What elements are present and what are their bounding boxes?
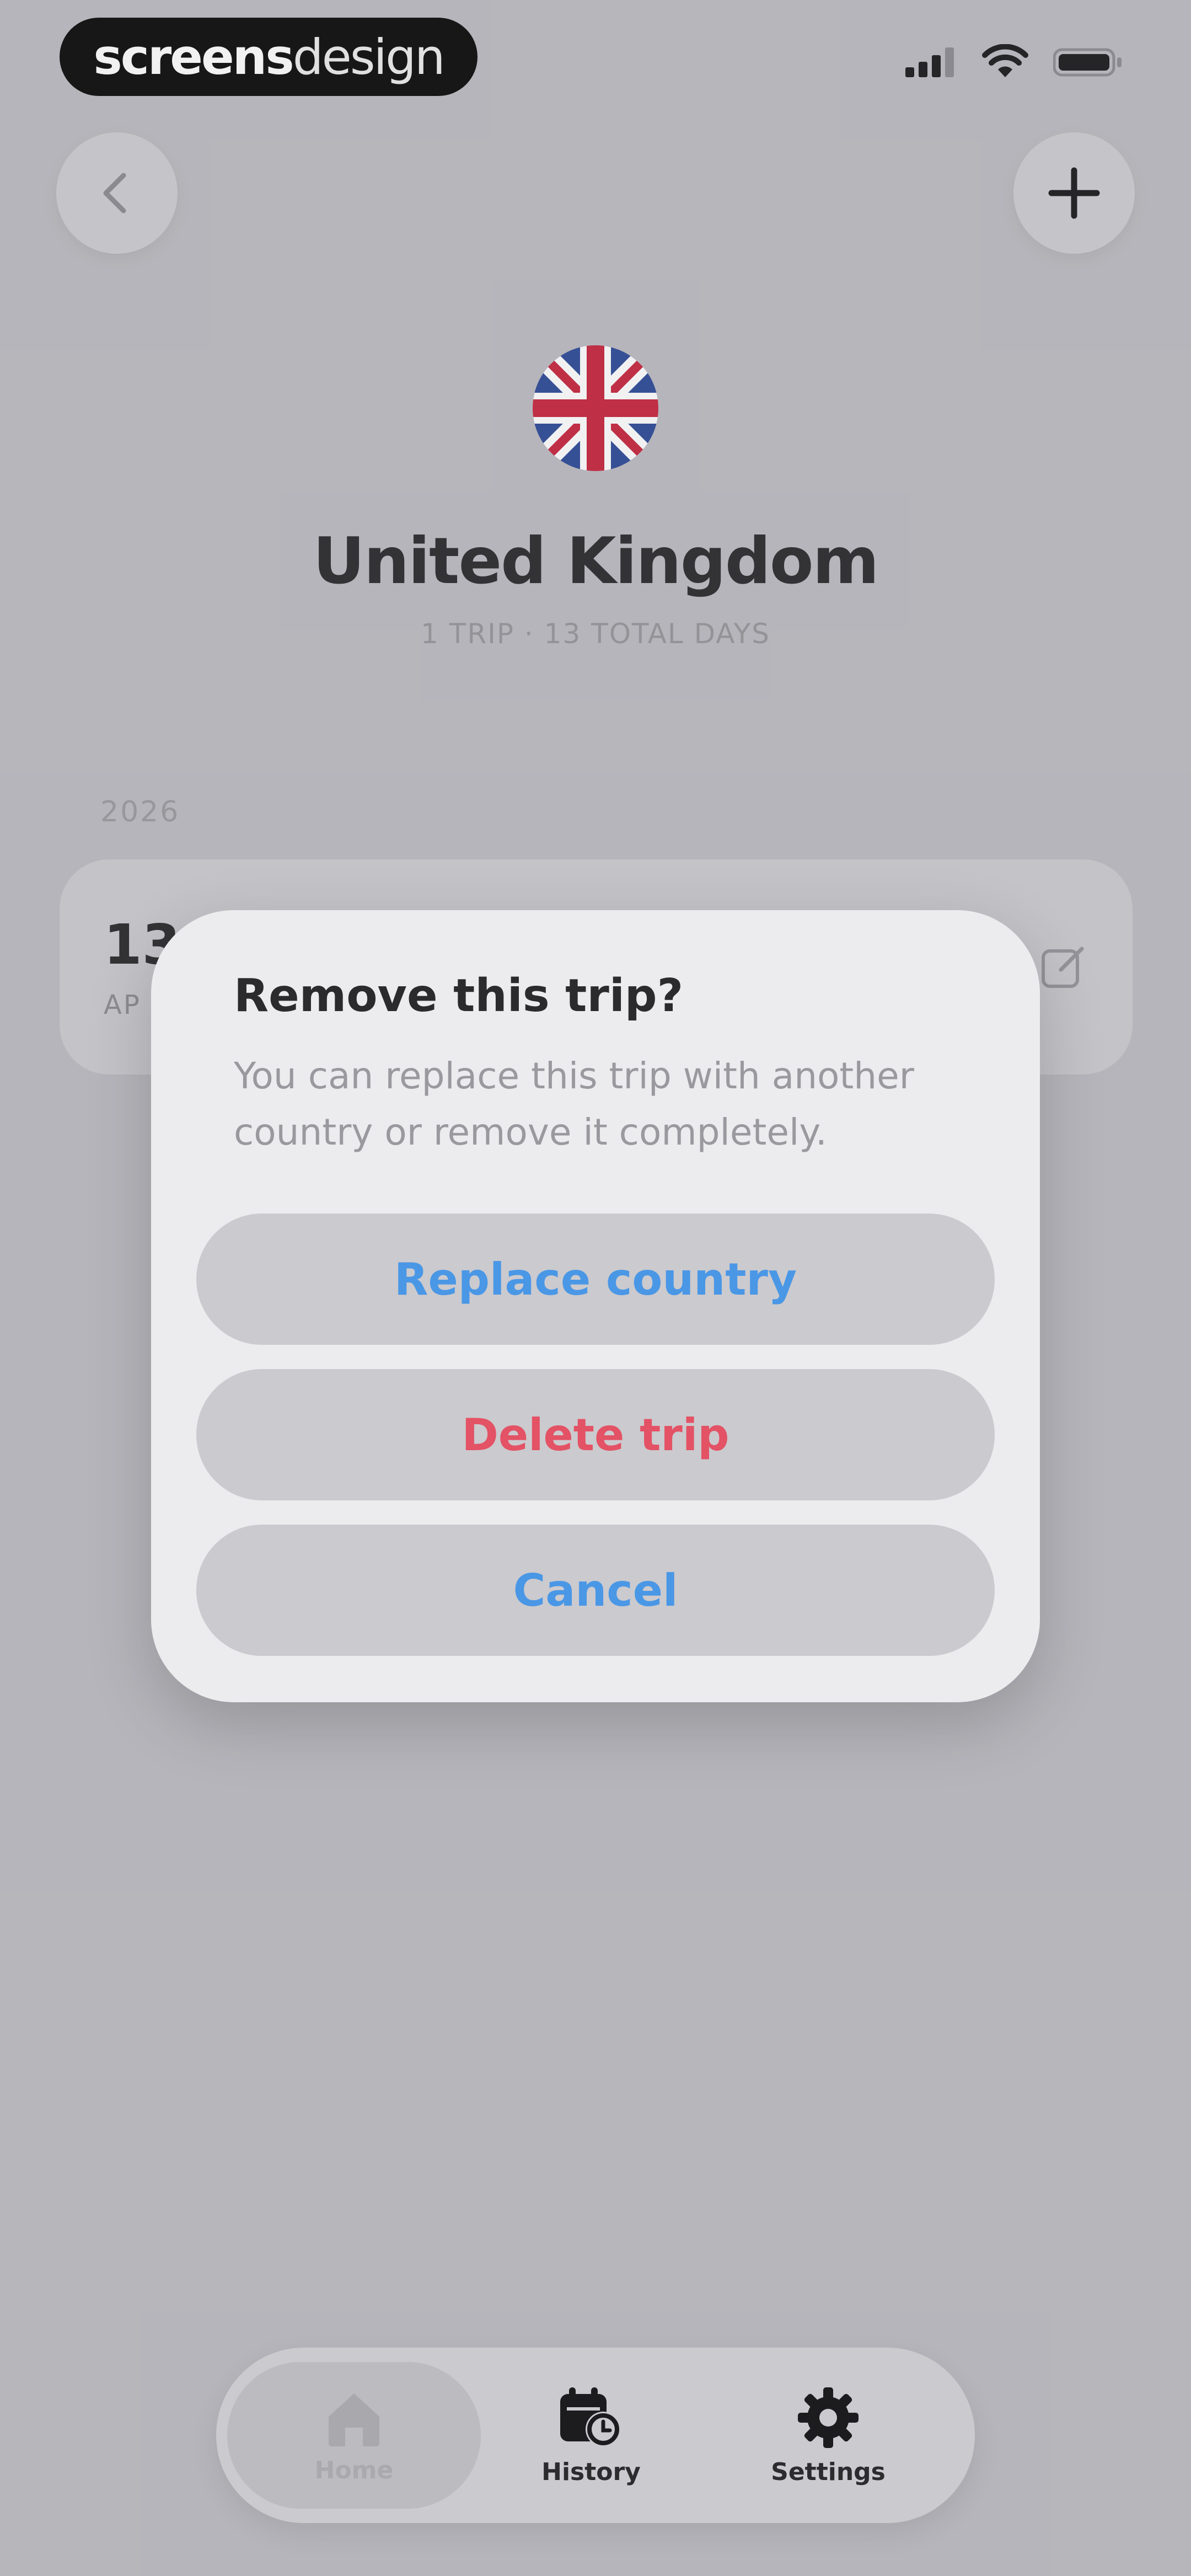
dialog-message: You can replace this trip with another c… [234, 1055, 914, 1153]
tab-home[interactable]: Home [227, 2362, 481, 2509]
tab-home-label: Home [314, 2456, 394, 2484]
tab-bar: Home History Settings [216, 2348, 975, 2523]
remove-trip-dialog: Remove this trip? You can replace this t… [151, 910, 1040, 1702]
dialog-title: Remove this trip? [234, 970, 684, 1022]
trip-detail-screen: screens design United Kingdom 1 TRIP · 1… [0, 0, 1191, 2576]
tab-settings-label: Settings [771, 2457, 886, 2486]
gear-icon [798, 2387, 859, 2448]
delete-trip-button[interactable]: Delete trip [196, 1369, 995, 1500]
home-icon [329, 2393, 379, 2446]
calendar-clock-icon [560, 2387, 621, 2447]
tab-history-label: History [541, 2457, 641, 2486]
cancel-button[interactable]: Cancel [196, 1525, 995, 1656]
tab-settings[interactable]: Settings [701, 2362, 955, 2509]
tab-history[interactable]: History [464, 2362, 718, 2509]
replace-country-button[interactable]: Replace country [196, 1214, 995, 1345]
